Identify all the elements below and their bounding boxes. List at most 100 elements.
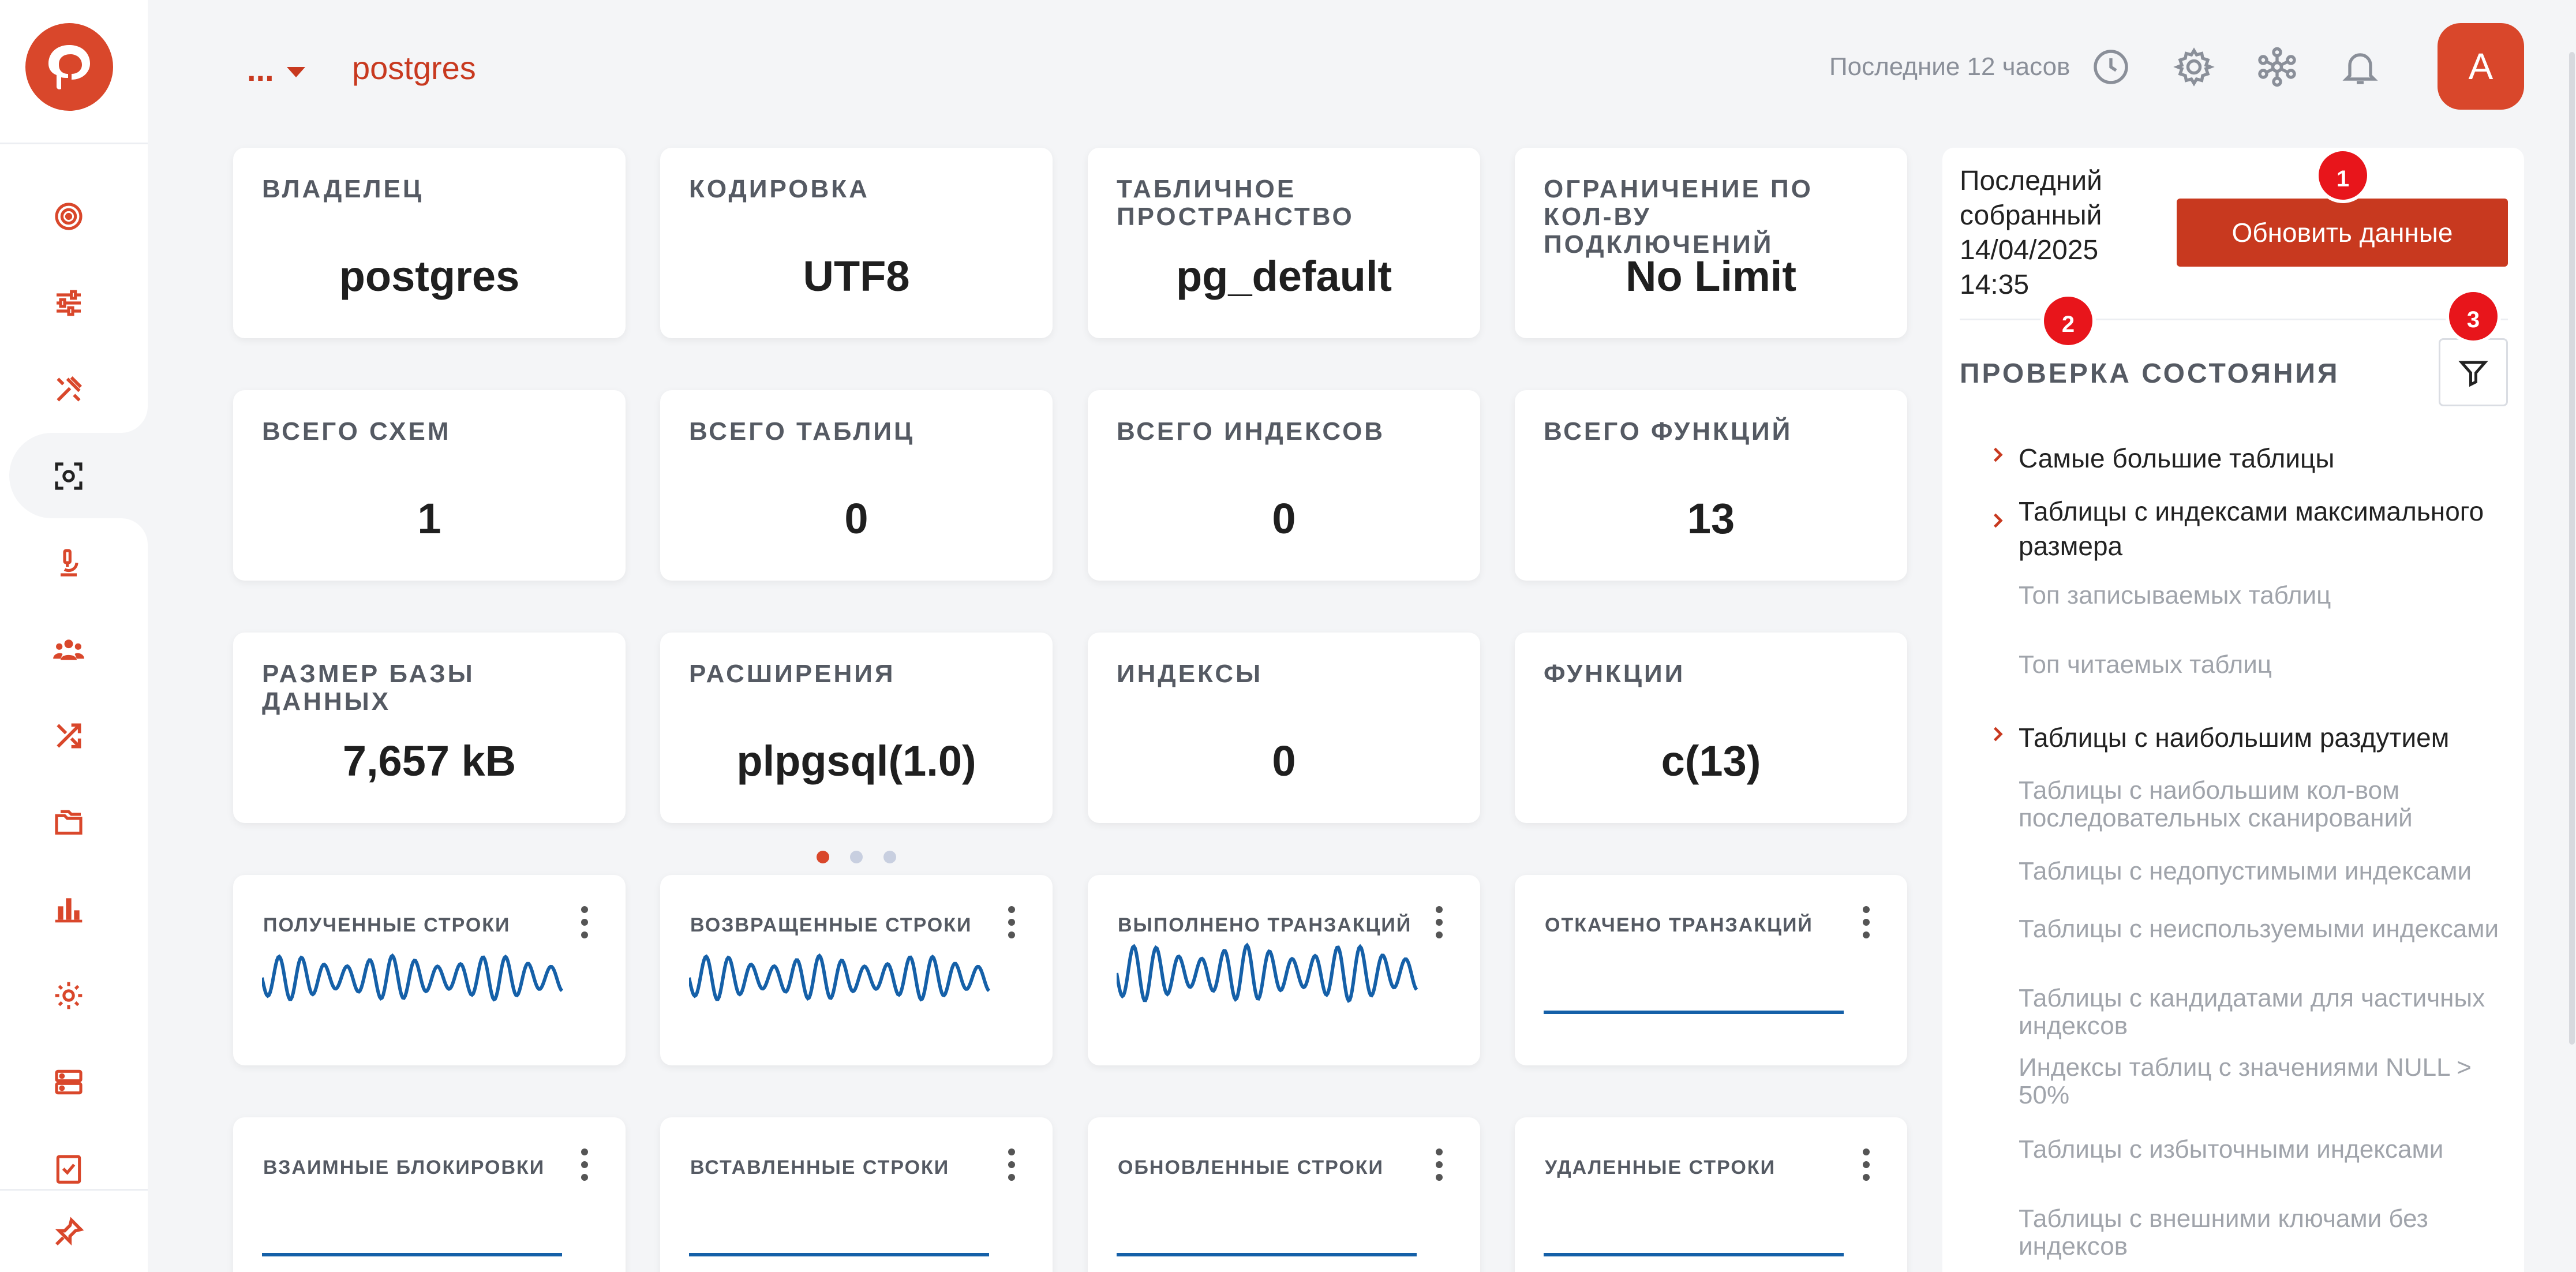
microscope-icon xyxy=(61,549,78,577)
info-card: ФУНКЦИИ c(13) xyxy=(1515,633,1907,823)
more-options-icon[interactable] xyxy=(1003,903,1020,944)
metric-card: ОБНОВЛЕННЫЕ СТРОКИ xyxy=(1088,1117,1480,1272)
health-check-item[interactable]: Топ читаемых таблиц xyxy=(2019,651,2515,679)
users-icon xyxy=(53,639,84,660)
sidebar-item-tuning[interactable] xyxy=(37,271,100,335)
sidebar-item-shuffle[interactable] xyxy=(37,704,100,768)
sidebar-item-settings[interactable] xyxy=(37,964,100,1027)
info-card: ВСЕГО ТАБЛИЦ 0 xyxy=(660,390,1053,581)
health-check-item[interactable]: Самые большие таблицы xyxy=(2019,441,2515,476)
database-menu-toggle[interactable]: ... xyxy=(247,50,305,90)
info-card-value: plpgsql(1.0) xyxy=(736,737,976,785)
sidebar-divider xyxy=(0,143,148,144)
info-card-label: ВСЕГО ФУНКЦИЙ xyxy=(1544,417,1793,446)
servers-icon xyxy=(55,1069,83,1095)
info-card-value: postgres xyxy=(339,252,520,300)
sidebar-item-servers[interactable] xyxy=(37,1050,100,1114)
chevron-right-icon[interactable] xyxy=(1989,511,2007,530)
page-scrollbar[interactable] xyxy=(2569,52,2575,1045)
more-options-icon[interactable] xyxy=(1858,1145,1875,1187)
clock-icon[interactable] xyxy=(2090,46,2132,88)
sparkline xyxy=(1544,1011,1844,1014)
health-check-item[interactable]: Индексы таблиц с значениями NULL > 50% xyxy=(2019,1054,2515,1109)
tour-badge-2: 2 xyxy=(2040,293,2096,349)
metric-card: ВЗАИМНЫЕ БЛОКИРОВКИ xyxy=(233,1117,626,1272)
sparkline-path xyxy=(262,953,564,1002)
sidebar-item-scan[interactable] xyxy=(37,444,100,508)
health-check-item[interactable]: Таблицы с избыточными индексами xyxy=(2019,1136,2515,1163)
health-check-item[interactable]: Таблицы с индексами максимального размер… xyxy=(2019,494,2515,563)
chevron-right-icon[interactable] xyxy=(1989,725,2007,743)
health-check-item[interactable]: Таблицы с наибольшим кол-вом последовате… xyxy=(2019,777,2515,832)
carousel-dots xyxy=(660,851,1053,866)
metric-card: ВЫПОЛНЕНО ТРАНЗАКЦИЙ xyxy=(1088,875,1480,1065)
menu-ellipsis: ... xyxy=(247,51,274,88)
info-card-value: 7,657 kB xyxy=(342,737,516,785)
info-card-value: UTF8 xyxy=(803,252,910,300)
app-logo[interactable] xyxy=(25,23,113,111)
info-card-label: РАСШИРЕНИЯ xyxy=(689,660,896,688)
sidebar-item-folders[interactable] xyxy=(37,791,100,854)
more-options-icon[interactable] xyxy=(1431,1145,1448,1187)
sparkline xyxy=(689,1253,989,1256)
carousel-dot[interactable] xyxy=(850,851,863,863)
sparkline xyxy=(1544,1253,1844,1256)
sidebar-item-research[interactable] xyxy=(37,531,100,594)
metric-card: ОТКАЧЕНО ТРАНЗАКЦИЙ xyxy=(1515,875,1907,1065)
info-card-label: РАЗМЕР БАЗЫ ДАННЫХ xyxy=(262,660,475,716)
carousel-dot[interactable] xyxy=(817,851,829,863)
sidebar-item-users[interactable] xyxy=(37,618,100,681)
gear-icon[interactable] xyxy=(2173,46,2215,88)
more-options-icon[interactable] xyxy=(1858,903,1875,944)
more-options-icon[interactable] xyxy=(1431,903,1448,944)
more-options-icon[interactable] xyxy=(576,1145,593,1187)
info-card: ОГРАНИЧЕНИЕ ПО КОЛ-ВУ ПОДКЛЮЧЕНИЙ No Limi… xyxy=(1515,148,1907,338)
time-range-selector[interactable]: Последние 12 часов xyxy=(1829,50,2070,84)
metric-card: ПОЛУЧЕННЫЕ СТРОКИ xyxy=(233,875,626,1065)
info-card-value: No Limit xyxy=(1626,252,1796,300)
carousel-dot[interactable] xyxy=(883,851,896,863)
health-check-item[interactable]: Топ записываемых таблиц xyxy=(2019,582,2515,609)
info-card-label: ВСЕГО ИНДЕКСОВ xyxy=(1117,417,1386,446)
health-check-item[interactable]: Таблицы с кандидатами для частичных инде… xyxy=(2019,985,2515,1040)
current-database[interactable]: postgres xyxy=(352,47,476,89)
bell-icon[interactable] xyxy=(2339,46,2381,88)
info-card-label: ФУНКЦИИ xyxy=(1544,660,1686,688)
user-avatar[interactable]: A xyxy=(2438,23,2524,110)
chevron-right-icon[interactable] xyxy=(1989,446,2007,464)
sidebar-item-overview[interactable] xyxy=(37,185,100,248)
health-check-item[interactable]: Таблицы с недопустимыми индексами xyxy=(2019,858,2515,885)
sidebar-item-charts[interactable] xyxy=(37,877,100,941)
last-collected-text: Последний собранный 14/04/2025 14:35 xyxy=(1960,166,2102,300)
filter-button[interactable] xyxy=(2439,338,2508,406)
time-range-label: Последние 12 часов xyxy=(1829,53,2070,81)
metric-card: УДАЛЕННЫЕ СТРОКИ xyxy=(1515,1117,1907,1272)
sidebar xyxy=(0,0,148,1272)
info-card-label: КОДИРОВКА xyxy=(689,175,870,203)
sparkline xyxy=(1117,1253,1417,1256)
health-check-item[interactable]: Таблицы с внешними ключами без индексов xyxy=(2019,1205,2515,1260)
sidebar-bottom-divider xyxy=(0,1189,148,1191)
health-check-item[interactable]: Таблицы с наибольшим раздутием xyxy=(2019,720,2515,755)
sparkline xyxy=(1117,942,1418,1003)
info-card: ВЛАДЕЛЕЦ postgres xyxy=(233,148,626,338)
info-card-label: ТАБЛИЧНОЕ ПРОСТРАНСТВО xyxy=(1117,175,1354,231)
network-icon[interactable] xyxy=(2256,46,2298,88)
metric-card: ВОЗВРАЩЕННЫЕ СТРОКИ xyxy=(660,875,1053,1065)
more-options-icon[interactable] xyxy=(1003,1145,1020,1187)
metric-card: ВСТАВЛЕННЫЕ СТРОКИ xyxy=(660,1117,1053,1272)
settings-icon xyxy=(55,982,83,1009)
sidebar-item-checklist[interactable] xyxy=(37,1137,100,1200)
info-card-label: ОГРАНИЧЕНИЕ ПО КОЛ-ВУ ПОДКЛЮЧЕНИЙ xyxy=(1544,175,1813,259)
checklist-icon xyxy=(56,1155,81,1184)
nav-active-curve-bottom xyxy=(121,518,148,553)
sparkline xyxy=(689,953,991,1002)
pin-sidebar-button[interactable] xyxy=(37,1200,100,1264)
more-options-icon[interactable] xyxy=(576,903,593,944)
sliders-icon xyxy=(57,290,81,316)
refresh-data-button[interactable]: Обновить данные xyxy=(2177,199,2508,267)
bar-chart-icon xyxy=(55,898,83,923)
health-check-item[interactable]: Таблицы с неиспользуемыми индексами xyxy=(2019,915,2515,943)
scan-icon xyxy=(55,462,83,490)
sidebar-item-tools[interactable] xyxy=(37,358,100,421)
